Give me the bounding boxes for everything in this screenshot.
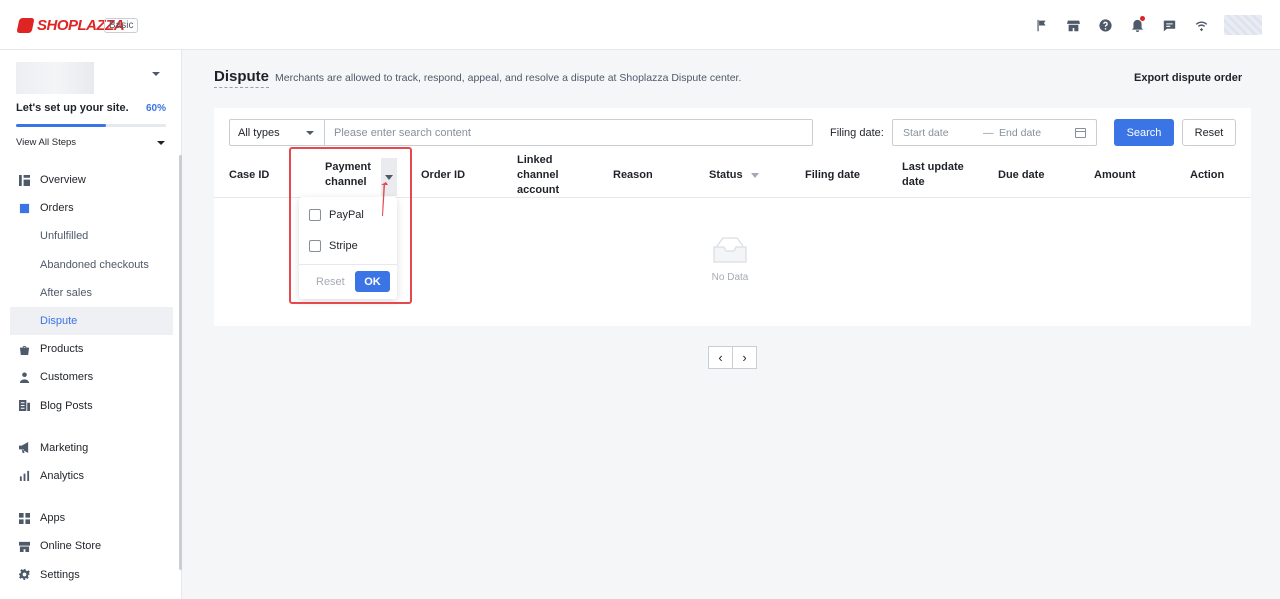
sidebar-item-label: Apps — [40, 512, 66, 525]
sidebar-item-label: Products — [40, 343, 84, 356]
logo-mark-icon — [16, 18, 35, 33]
sidebar-item-abandoned-checkouts[interactable]: Abandoned checkouts — [10, 251, 173, 279]
filter-icon[interactable] — [750, 172, 759, 178]
search-button[interactable]: Search — [1114, 119, 1174, 146]
column-linked-channel-account: Linked channel account — [517, 153, 560, 196]
type-select[interactable]: All types — [229, 119, 324, 146]
prev-page-icon[interactable]: ‹ — [708, 346, 733, 369]
sidebar-item-label: Marketing — [40, 441, 89, 454]
sidebar-item-overview[interactable]: Overview — [10, 166, 173, 194]
empty-state: No Data — [711, 236, 749, 283]
plan-badge: Basic — [104, 18, 139, 33]
bar-chart-icon — [18, 469, 31, 482]
sidebar-item-label: Analytics — [40, 469, 85, 482]
end-date-input[interactable]: End date — [999, 127, 1075, 139]
sidebar: Let's set up your site. 60% View All Ste… — [0, 50, 182, 599]
search-input[interactable] — [324, 119, 813, 146]
store-thumbnail[interactable] — [16, 62, 94, 94]
column-amount: Amount — [1094, 168, 1136, 181]
sidebar-item-marketing[interactable]: Marketing — [10, 434, 173, 462]
setup-percent: 60% — [146, 103, 167, 114]
sidebar-item-customers[interactable]: Customers — [10, 363, 173, 391]
empty-text: No Data — [711, 272, 749, 283]
sidebar-item-analytics[interactable]: Analytics — [10, 462, 173, 490]
filing-date-range-picker[interactable]: Start date — End date — [892, 119, 1097, 146]
sidebar-item-label: Abandoned checkouts — [40, 258, 149, 271]
page-header: Dispute Merchants are allowed to track, … — [214, 68, 741, 88]
chat-icon[interactable] — [1160, 16, 1178, 34]
bell-icon[interactable] — [1128, 16, 1146, 34]
sidebar-item-label: After sales — [40, 286, 92, 299]
notification-dot — [1140, 16, 1145, 21]
sidebar-item-label: Orders — [40, 202, 74, 215]
sidebar-item-dispute[interactable]: Dispute — [10, 306, 173, 336]
bag-icon — [18, 343, 31, 356]
view-all-steps[interactable]: View All Steps — [16, 137, 76, 148]
blog-icon — [18, 399, 31, 412]
top-icons — [1032, 15, 1262, 35]
page-description: Merchants are allowed to track, respond,… — [275, 72, 742, 84]
help-icon[interactable] — [1096, 16, 1114, 34]
date-separator: — — [983, 126, 994, 139]
annotation-highlight — [289, 147, 412, 304]
sidebar-item-blog-posts[interactable]: Blog Posts — [10, 392, 173, 420]
export-dispute-order-button[interactable]: Export dispute order — [1134, 72, 1242, 84]
sidebar-item-orders[interactable]: Orders — [10, 194, 173, 222]
column-case-id: Case ID — [229, 168, 270, 181]
person-icon — [18, 371, 31, 384]
column-filing-date: Filing date — [805, 168, 860, 181]
sidebar-scrollbar[interactable] — [179, 155, 182, 570]
sidebar-item-label: Customers — [40, 371, 94, 384]
column-reason: Reason — [613, 168, 653, 181]
sidebar-item-label: Settings — [40, 568, 80, 581]
chevron-down-icon[interactable] — [152, 72, 160, 76]
sidebar-item-after-sales[interactable]: After sales — [10, 279, 173, 307]
sidebar-item-label: Overview — [40, 174, 86, 187]
avatar[interactable] — [1224, 15, 1262, 35]
empty-box-icon — [713, 237, 747, 263]
setup-progress-bar — [16, 124, 166, 127]
filing-date-label: Filing date: — [830, 127, 884, 139]
orders-icon — [18, 202, 31, 215]
sidebar-nav: Overview Orders Unfulfilled Abandoned ch… — [10, 166, 173, 589]
overview-icon — [18, 174, 31, 187]
flag-icon[interactable] — [1032, 16, 1050, 34]
setup-title: Let's set up your site. — [16, 102, 129, 114]
column-order-id: Order ID — [421, 168, 466, 181]
chevron-down-icon — [306, 131, 314, 135]
pagination: ‹ › — [708, 346, 757, 369]
sidebar-item-label: Online Store — [40, 540, 102, 553]
column-status: Status — [709, 152, 759, 198]
setup-progress-fill — [16, 124, 106, 127]
store-icon — [18, 540, 31, 553]
sidebar-item-unfulfilled[interactable]: Unfulfilled — [10, 222, 173, 250]
gear-icon — [18, 568, 31, 581]
sidebar-item-apps[interactable]: Apps — [10, 504, 173, 532]
sidebar-item-label: Dispute — [40, 315, 78, 328]
apps-icon — [18, 512, 31, 525]
top-bar: SHOPLAZZA Basic — [0, 0, 1280, 50]
next-page-icon[interactable]: › — [732, 346, 757, 369]
wifi-icon[interactable] — [1192, 16, 1210, 34]
sidebar-item-online-store[interactable]: Online Store — [10, 532, 173, 560]
sidebar-item-label: Blog Posts — [40, 399, 93, 412]
column-action: Action — [1190, 168, 1225, 181]
column-due-date: Due date — [998, 168, 1045, 181]
megaphone-icon — [18, 441, 31, 454]
sidebar-item-products[interactable]: Products — [10, 335, 173, 363]
page-title: Dispute — [214, 68, 270, 88]
sidebar-item-label: Unfulfilled — [40, 230, 89, 243]
store-icon[interactable] — [1064, 16, 1082, 34]
calendar-icon — [1075, 127, 1086, 138]
type-select-value: All types — [238, 126, 280, 139]
chevron-down-icon[interactable] — [157, 141, 165, 145]
column-last-update-date: Last update date — [902, 161, 964, 188]
annotation-arrow-icon — [381, 182, 388, 216]
sidebar-item-settings[interactable]: Settings — [10, 560, 173, 588]
reset-button[interactable]: Reset — [1182, 119, 1236, 146]
start-date-input[interactable]: Start date — [903, 127, 983, 139]
